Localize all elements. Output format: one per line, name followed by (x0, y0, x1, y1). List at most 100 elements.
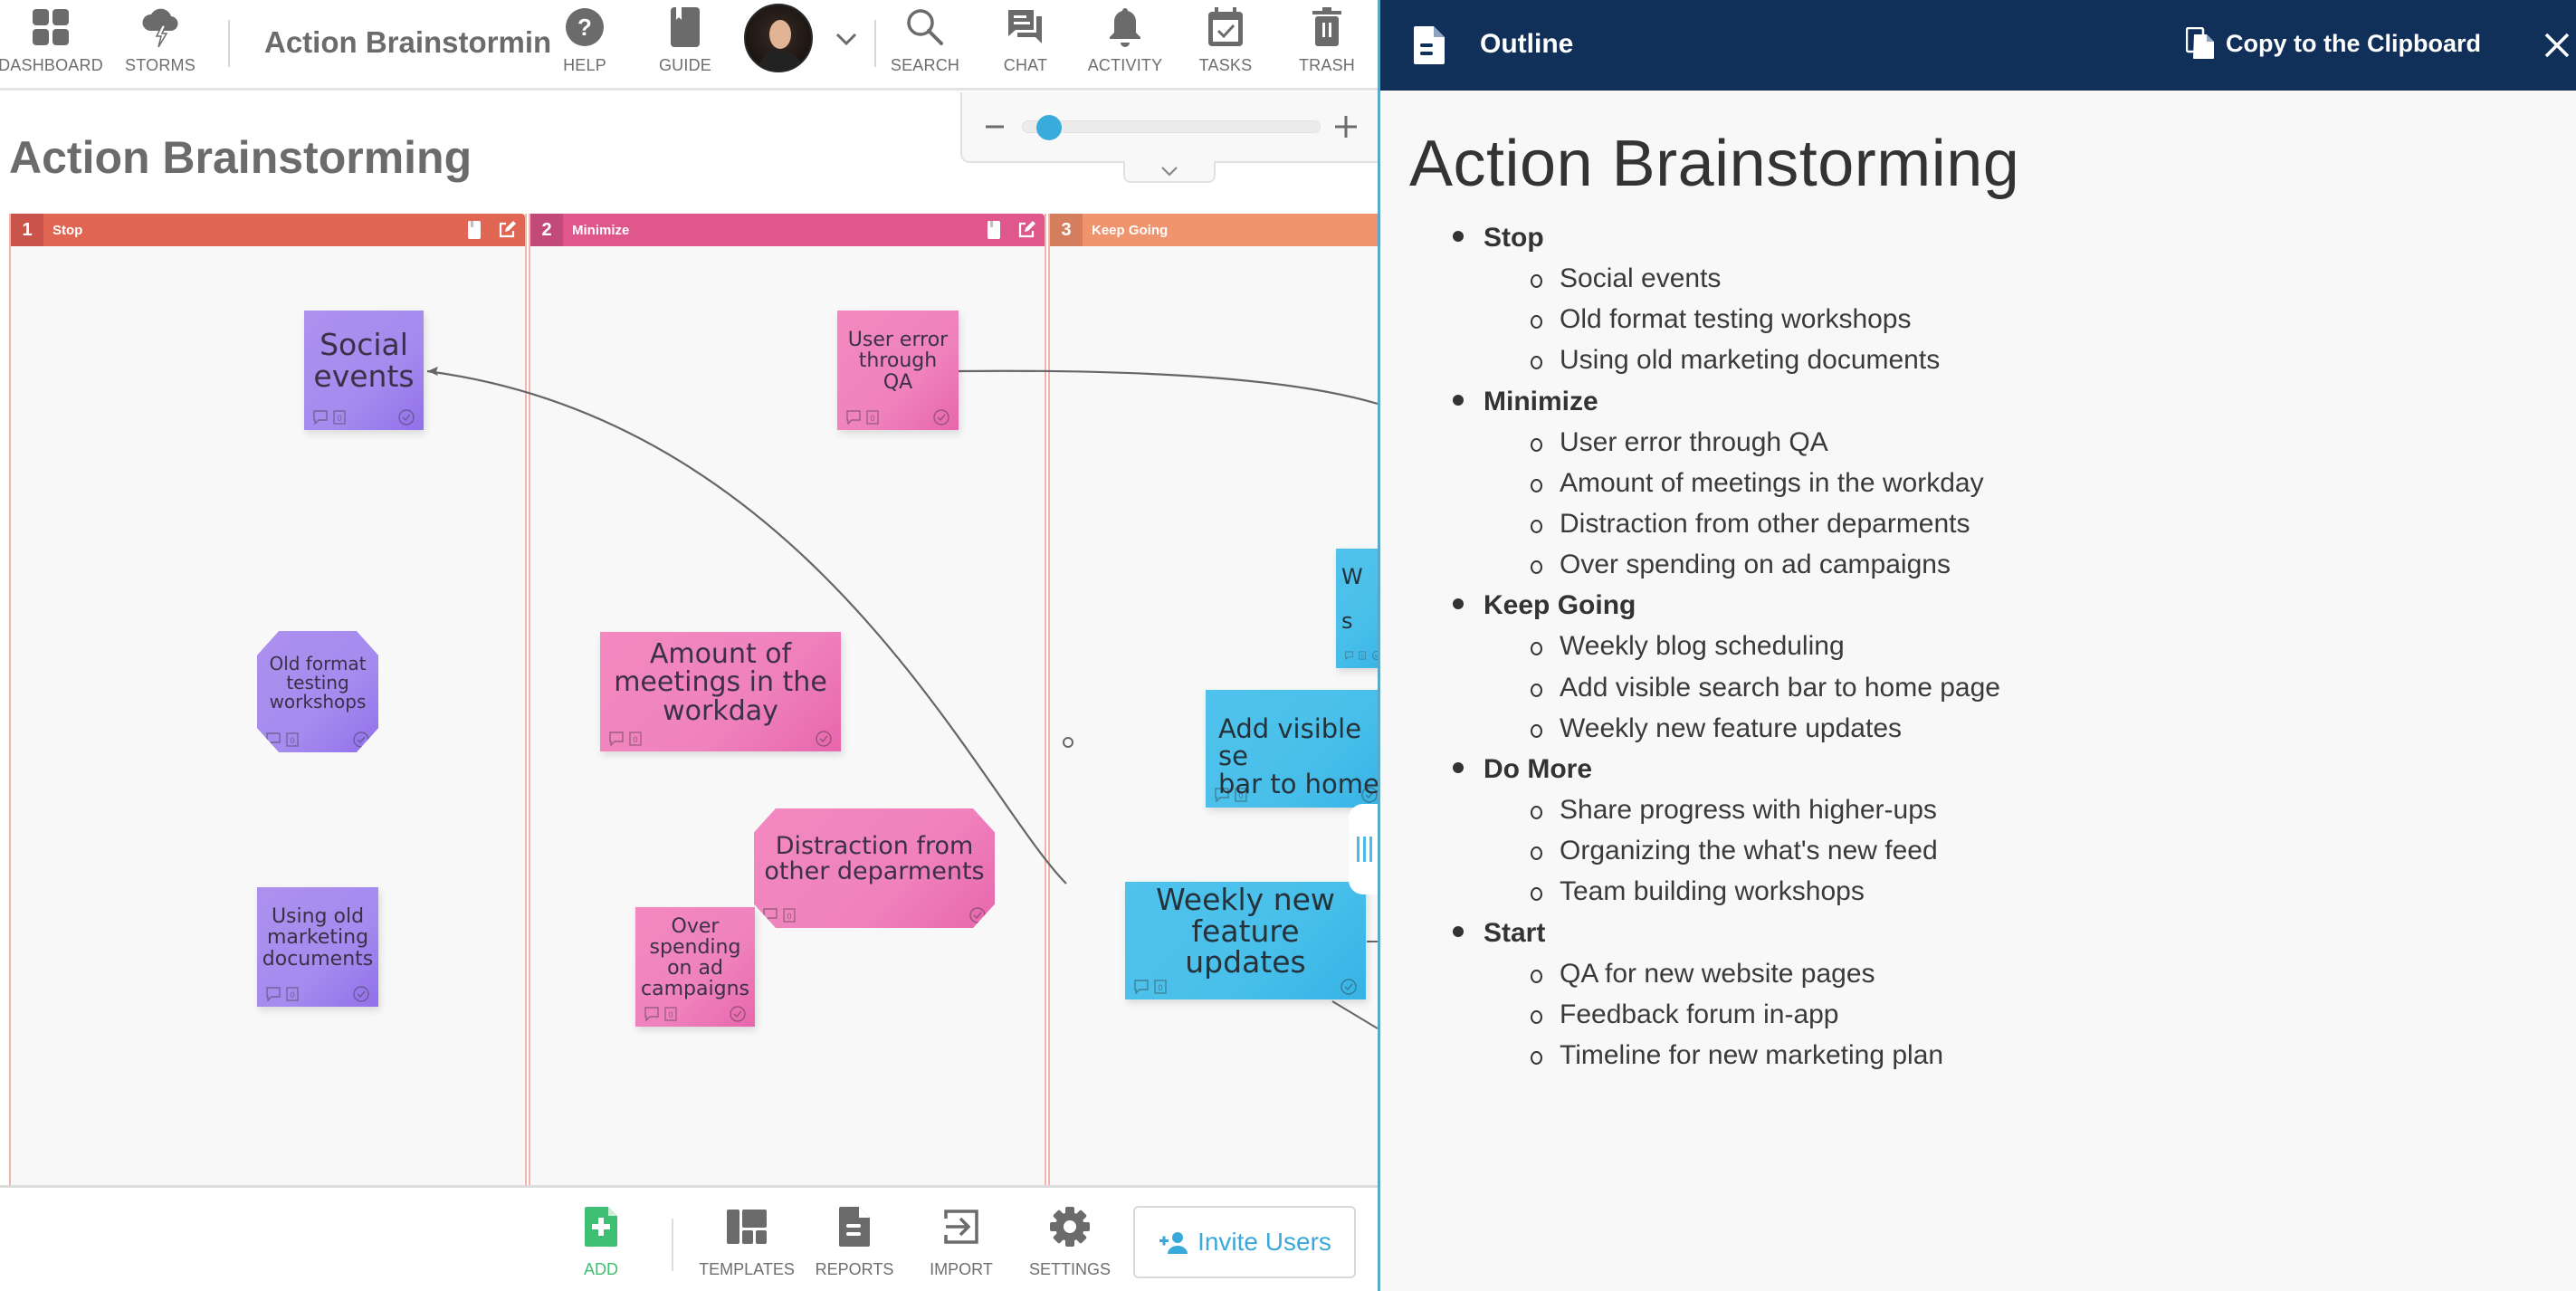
column-header[interactable]: 1 Stop (11, 214, 525, 246)
search-icon (907, 9, 943, 45)
zoom-slider-thumb[interactable] (1036, 115, 1063, 140)
column-number: 1 (11, 214, 43, 246)
sticky-note[interactable]: Over spending on ad campaigns 0 (635, 907, 755, 1027)
toolbar-divider (228, 20, 230, 67)
attachment-count-badge[interactable]: 0 (1154, 980, 1167, 994)
svg-text:?: ? (577, 14, 592, 41)
zoom-out-icon[interactable] (977, 109, 1013, 145)
check-circle-icon[interactable] (353, 986, 369, 1002)
comment-icon[interactable] (266, 987, 281, 1001)
attachment-count-badge[interactable]: 0 (866, 410, 879, 425)
help-button[interactable]: ? HELP (554, 0, 615, 91)
sticky-note[interactable]: User error through QA 0 (837, 311, 959, 430)
board-canvas[interactable]: 1 Stop 2 Minimize 3 Keep Going Social ev… (0, 214, 1378, 1185)
outline-section: Stop Social events Old format testing work… (1453, 217, 2540, 381)
comment-icon[interactable] (644, 1007, 659, 1021)
comment-icon[interactable] (609, 732, 624, 746)
column-edit-icon[interactable] (498, 221, 516, 239)
comment-icon[interactable] (1215, 788, 1229, 802)
attachment-count-badge[interactable]: 0 (1235, 788, 1247, 802)
tasks-label: TASKS (1198, 56, 1253, 74)
search-button[interactable]: SEARCH (887, 0, 963, 91)
board-name[interactable]: Action Brainstormin (264, 25, 551, 60)
calendar-check-icon (1208, 7, 1243, 46)
check-circle-icon[interactable] (398, 409, 415, 426)
panel-resize-handle[interactable] (1349, 804, 1378, 894)
trash-button[interactable]: TRASH (1298, 0, 1356, 91)
import-icon (944, 1210, 978, 1244)
attachment-count-badge[interactable]: 0 (1359, 648, 1367, 663)
sticky-note[interactable]: Old format testing workshops 0 (257, 631, 378, 752)
sticky-note[interactable]: Distraction from other deparments 0 (754, 808, 995, 928)
reports-button[interactable]: REPORTS (815, 1204, 894, 1279)
column-number: 3 (1050, 214, 1083, 246)
sticky-note[interactable]: Social events 0 (304, 311, 424, 430)
add-button[interactable]: ADD (565, 1204, 637, 1279)
activity-button[interactable]: ACTIVITY (1083, 0, 1168, 91)
outline-item: QA for new website pages (1531, 953, 2540, 994)
sticky-note-text: Old format testing workshops (269, 652, 367, 712)
dashboard-button[interactable]: DASHBOARD (0, 0, 103, 91)
tasks-button[interactable]: TASKS (1197, 0, 1255, 91)
guide-button[interactable]: GUIDE (654, 0, 717, 91)
column-number: 2 (530, 214, 563, 246)
sticky-note[interactable]: Weekly new feature updates 0 (1125, 882, 1366, 999)
attachment-count-badge[interactable]: 0 (286, 732, 299, 747)
help-question-icon: ? (566, 8, 604, 46)
settings-label: SETTINGS (1028, 1260, 1111, 1278)
outline-item: Team building workshops (1531, 871, 2540, 912)
column-header[interactable]: 2 Minimize (530, 214, 1045, 246)
outline-section: Start QA for new website pages Feedback fo… (1453, 913, 2540, 1076)
column-book-icon[interactable] (987, 220, 1001, 240)
attachment-count-badge[interactable]: 0 (286, 987, 299, 1001)
settings-button[interactable]: SETTINGS (1028, 1204, 1111, 1279)
comment-icon[interactable] (1345, 648, 1354, 663)
sticky-note[interactable]: Ws 0 (1336, 549, 1378, 668)
page-title: Action Brainstorming (9, 132, 472, 183)
column-book-icon[interactable] (467, 220, 482, 240)
sticky-note[interactable]: Add visible se bar to home 0 (1206, 690, 1378, 808)
column-edit-icon[interactable] (1017, 221, 1035, 239)
check-circle-icon[interactable] (816, 731, 832, 747)
chevron-down-icon[interactable] (831, 24, 862, 54)
sticky-note-actions: 0 (1345, 648, 1378, 663)
check-circle-icon[interactable] (1340, 979, 1357, 995)
sticky-note-text: s (1341, 608, 1353, 634)
outline-item: Add visible search bar to home page (1531, 667, 2540, 708)
zoom-slider[interactable] (1022, 115, 1321, 140)
sticky-note[interactable]: Using old marketing documents 0 (257, 887, 378, 1007)
copy-to-clipboard-button[interactable]: Copy to the Clipboard (2186, 27, 2481, 60)
invite-users-button[interactable]: Invite Users (1133, 1206, 1356, 1278)
column-title: Minimize (572, 222, 630, 238)
chat-button[interactable]: CHAT (994, 0, 1057, 91)
comment-icon[interactable] (313, 410, 328, 425)
check-circle-icon[interactable] (730, 1006, 746, 1022)
templates-button[interactable]: TEMPLATES (697, 1204, 797, 1279)
clipboard-copy-icon (2186, 27, 2214, 59)
import-button[interactable]: IMPORT (925, 1204, 997, 1279)
user-avatar[interactable] (744, 4, 813, 72)
outline-item-list: Social events Old format testing workshop… (1531, 258, 2540, 381)
svg-text:0: 0 (870, 415, 875, 424)
attachment-count-badge[interactable]: 0 (783, 908, 796, 923)
sticky-note-actions: 0 (1134, 979, 1357, 995)
outline-section-list: Stop Social events Old format testing work… (1453, 217, 2540, 1076)
column-header[interactable]: 3 Keep Going (1050, 214, 1378, 246)
storms-button[interactable]: STORMS (119, 0, 201, 91)
attachment-count-badge[interactable]: 0 (664, 1007, 677, 1021)
outline-item-list: User error through QA Amount of meetings … (1531, 422, 2540, 586)
outline-section-title: Keep Going (1484, 590, 1636, 621)
chat-label: CHAT (1003, 56, 1048, 74)
attachment-count-badge[interactable]: 0 (333, 410, 346, 425)
zoom-in-icon[interactable] (1328, 109, 1364, 145)
zoom-collapse-toggle[interactable] (1123, 161, 1216, 183)
comment-icon[interactable] (1134, 980, 1149, 994)
outline-item: Weekly new feature updates (1531, 708, 2540, 749)
check-circle-icon[interactable] (933, 409, 949, 426)
sticky-note[interactable]: Amount of meetings in the workday 0 (600, 632, 841, 751)
add-label: ADD (583, 1260, 618, 1278)
attachment-count-badge[interactable]: 0 (629, 732, 642, 746)
comment-icon[interactable] (846, 410, 861, 425)
close-icon[interactable] (2539, 27, 2575, 63)
check-circle-icon[interactable] (1361, 787, 1378, 803)
